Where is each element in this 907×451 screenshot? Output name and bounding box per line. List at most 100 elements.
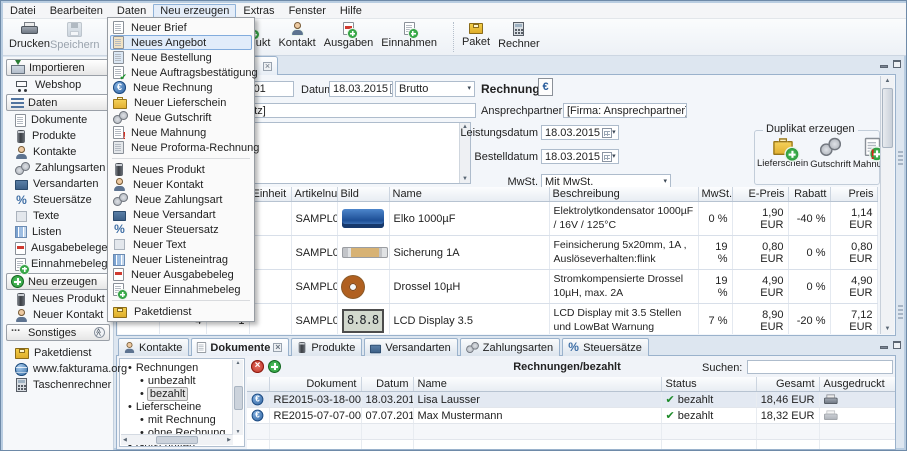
- col-rabatt[interactable]: Rabatt: [788, 187, 830, 202]
- ansprechpartner-field[interactable]: [Firma: Ansprechpartner]: [563, 103, 687, 118]
- scroll-down-icon[interactable]: ▼: [881, 326, 894, 332]
- scrollbar-thumb[interactable]: [882, 88, 893, 148]
- menu-item-neuer-brief[interactable]: Neuer Brief: [110, 20, 252, 35]
- sash-grip[interactable]: [898, 151, 903, 165]
- netgross-select[interactable]: Brutto ▾: [395, 81, 475, 97]
- col-preis[interactable]: Preis: [830, 187, 877, 202]
- collapse-icon[interactable]: [94, 327, 105, 338]
- menu-hilfe[interactable]: Hilfe: [333, 4, 369, 18]
- duplicate-credit-button[interactable]: Gutschrift: [810, 139, 851, 170]
- document-row[interactable]: RE2015-07-07-00002 07.07.2015 Max Muster…: [247, 408, 895, 424]
- col-bild[interactable]: Bild: [337, 187, 389, 202]
- menu-item-neues-produkt[interactable]: Neues Produkt: [110, 162, 252, 177]
- sidebar-item-einnahmebelege[interactable]: Einnahmebelege: [6, 256, 110, 272]
- menu-item-neue-versandart[interactable]: Neue Versandart: [110, 207, 252, 222]
- sidebar-item-kontakte[interactable]: Kontakte: [6, 144, 110, 160]
- maximize-icon[interactable]: [893, 341, 901, 349]
- new-expense-button[interactable]: Ausgaben: [324, 21, 374, 54]
- col-dokument[interactable]: Dokument: [269, 377, 361, 392]
- menu-item-paketdienst[interactable]: Paketdienst: [110, 304, 252, 319]
- tab-kontakte[interactable]: Kontakte: [118, 338, 189, 356]
- calendar-icon[interactable]: [602, 128, 612, 138]
- tab-zahlungsarten[interactable]: Zahlungsarten: [460, 338, 560, 356]
- tree-item-mit-rechnung[interactable]: mit Rechnung: [120, 413, 244, 426]
- menu-daten[interactable]: Daten: [110, 4, 153, 18]
- col-doc-icon[interactable]: [247, 377, 269, 392]
- sidebar-header-daten[interactable]: Daten: [6, 94, 110, 111]
- menu-fenster[interactable]: Fenster: [282, 4, 333, 18]
- col-beschreibung[interactable]: Beschreibung: [549, 187, 698, 202]
- sidebar-item-paketdienst[interactable]: Paketdienst: [6, 345, 110, 361]
- bestelldatum-field[interactable]: 18.03.2015 ▾: [541, 149, 619, 164]
- menu-item-neuer-text[interactable]: Neuer Text: [110, 237, 252, 252]
- search-input[interactable]: [747, 360, 893, 374]
- sidebar-header-sonstiges[interactable]: Sonstiges: [6, 324, 110, 341]
- calendar-icon[interactable]: [602, 152, 612, 162]
- tab-close-icon[interactable]: ×: [263, 62, 272, 71]
- sidebar-item-versandarten[interactable]: Versandarten: [6, 176, 110, 192]
- tree-item-unbezahlt[interactable]: unbezahlt: [120, 374, 244, 387]
- menu-item-neuer-einnahmebeleg[interactable]: Neuer Einnahmebeleg: [110, 282, 252, 297]
- col-name[interactable]: Name: [389, 187, 549, 202]
- tab-close-icon[interactable]: ×: [273, 343, 282, 352]
- sidebar-item-produkte[interactable]: Produkte: [6, 128, 110, 144]
- tab-versandarten[interactable]: Versandarten: [364, 338, 457, 356]
- delete-document-icon[interactable]: [251, 360, 264, 373]
- col-artikelnummer[interactable]: Artikelnum...: [291, 187, 337, 202]
- menu-bearbeiten[interactable]: Bearbeiten: [43, 4, 110, 18]
- calendar-icon[interactable]: [390, 84, 393, 94]
- document-row[interactable]: RE2015-03-18-00001 18.03.2015 Lisa Lauss…: [247, 392, 895, 408]
- menu-item-neue-mahnung[interactable]: Neue Mahnung: [110, 125, 252, 140]
- tab-produkte[interactable]: Produkte: [291, 338, 362, 356]
- tree-item-rechnungen[interactable]: Rechnungen: [120, 361, 244, 374]
- sidebar-header-importieren[interactable]: Importieren: [6, 59, 110, 76]
- col-name[interactable]: Name: [413, 377, 661, 392]
- calculator-button[interactable]: Rechner: [498, 21, 540, 54]
- sidebar-item-zahlungsarten[interactable]: Zahlungsarten: [6, 160, 110, 176]
- new-contact-button[interactable]: Kontakt: [278, 21, 315, 54]
- sash-grip[interactable]: [898, 305, 903, 319]
- scroll-up-icon[interactable]: ▲: [881, 78, 894, 84]
- menu-item-neue-zahlungsart[interactable]: Neue Zahlungsart: [110, 192, 252, 207]
- col-ausgedruckt[interactable]: Ausgedruckt: [819, 377, 895, 392]
- print-button[interactable]: Drucken: [9, 21, 50, 54]
- sidebar-item-steuersaetze[interactable]: Steuersätze: [6, 192, 110, 208]
- tree-item-bezahlt[interactable]: bezahlt: [120, 387, 244, 400]
- menu-item-neuer-ausgabebeleg[interactable]: Neuer Ausgabebeleg: [110, 267, 252, 282]
- sidebar-item-texte[interactable]: Texte: [6, 208, 110, 224]
- scrollbar-thumb[interactable]: [156, 436, 198, 444]
- menu-datei[interactable]: Datei: [3, 4, 43, 18]
- sidebar-item-ausgabebelege[interactable]: Ausgabebelege: [6, 240, 110, 256]
- parcel-service-button[interactable]: Paket: [462, 21, 490, 54]
- sidebar-item-dokumente[interactable]: Dokumente: [6, 112, 110, 128]
- tab-steuersaetze[interactable]: Steuersätze: [562, 338, 649, 356]
- menu-item-neue-bestellung[interactable]: Neue Bestellung: [110, 50, 252, 65]
- menu-item-neuer-kontakt[interactable]: Neuer Kontakt: [110, 177, 252, 192]
- sidebar-item-webshop[interactable]: Webshop: [6, 77, 110, 93]
- minimize-icon[interactable]: [880, 346, 888, 349]
- editor-scrollbar[interactable]: ▲ ▼: [880, 76, 894, 334]
- sidebar-item-listen[interactable]: Listen: [6, 224, 110, 240]
- sidebar-item-neues-produkt[interactable]: Neues Produkt: [6, 291, 110, 307]
- col-gesamt[interactable]: Gesamt: [756, 377, 819, 392]
- new-income-button[interactable]: Einnahmen: [381, 21, 437, 54]
- menu-item-neue-proforma-rechnung[interactable]: Neue Proforma-Rechnung: [110, 140, 252, 155]
- menu-extras[interactable]: Extras: [236, 4, 281, 18]
- sidebar-item-taschenrechner[interactable]: Taschenrechner: [6, 377, 110, 393]
- tree-horizontal-scrollbar[interactable]: ◀▶: [121, 434, 233, 445]
- col-status[interactable]: Status: [661, 377, 756, 392]
- col-mwst[interactable]: MwSt.: [698, 187, 732, 202]
- scrollbar-thumb[interactable]: [234, 386, 243, 410]
- col-datum[interactable]: Datum: [361, 377, 413, 392]
- sidebar-header-neu-erzeugen[interactable]: Neu erzeugen: [6, 273, 110, 290]
- menu-item-neue-gutschrift[interactable]: Neue Gutschrift: [110, 110, 252, 125]
- tab-dokumente[interactable]: Dokumente ×: [191, 338, 289, 356]
- save-button[interactable]: Speichern: [50, 21, 100, 54]
- duplicate-deliverynote-button[interactable]: Lieferschein: [757, 139, 808, 170]
- menu-item-neues-angebot[interactable]: Neues Angebot: [110, 35, 252, 50]
- minimize-icon[interactable]: [880, 65, 888, 68]
- menu-neu-erzeugen[interactable]: Neu erzeugen: [153, 4, 236, 18]
- menu-item-neuer-lieferschein[interactable]: Neuer Lieferschein: [110, 95, 252, 110]
- tree-item-lieferscheine[interactable]: Lieferscheine: [120, 400, 244, 413]
- menu-item-neue-rechnung[interactable]: Neue Rechnung: [110, 80, 252, 95]
